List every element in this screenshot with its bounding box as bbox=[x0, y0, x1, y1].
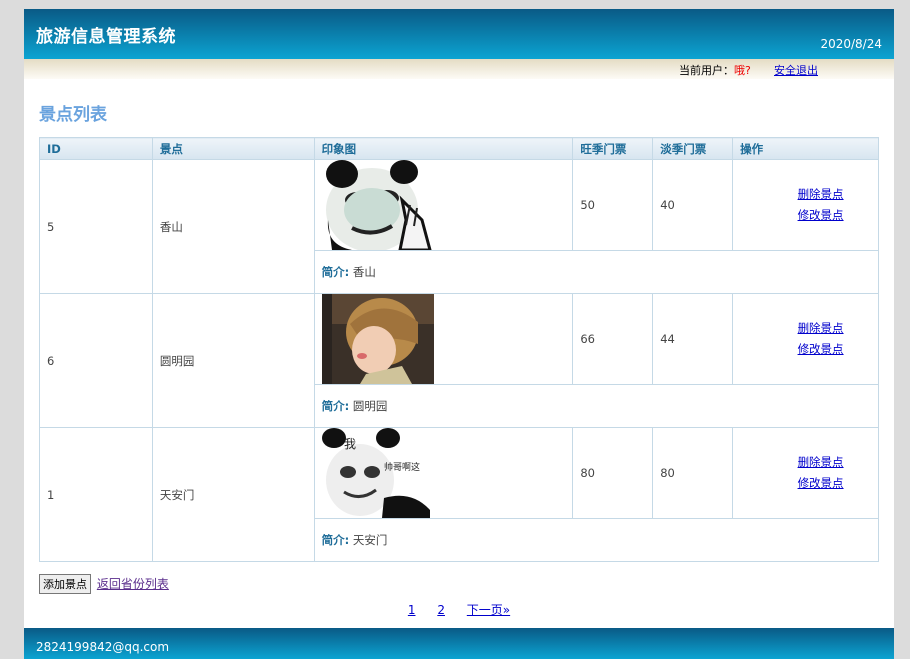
cell-image bbox=[313, 293, 574, 385]
edit-spot-link[interactable]: 修改景点 bbox=[740, 205, 871, 226]
cell-intro: 简介: 天安门 bbox=[313, 518, 880, 562]
cell-id: 1 bbox=[39, 427, 153, 562]
page-link-2[interactable]: 2 bbox=[437, 603, 445, 617]
cell-name: 天安门 bbox=[151, 427, 315, 562]
page-link-1[interactable]: 1 bbox=[408, 603, 416, 617]
cell-actions: 删除景点 修改景点 bbox=[732, 427, 879, 519]
next-page-link[interactable]: 下一页» bbox=[467, 603, 510, 617]
col-header-off-price: 淡季门票 bbox=[652, 137, 734, 160]
user-bar: 当前用户：哦? 安全退出 bbox=[24, 59, 894, 79]
cell-off-price: 40 bbox=[652, 159, 734, 251]
cell-intro: 简介: 香山 bbox=[313, 250, 880, 294]
table-header-row: ID 景点 印象图 旺季门票 淡季门票 操作 bbox=[39, 137, 879, 160]
cell-image: 我 帅哥啊这 bbox=[313, 427, 574, 519]
panda-meme-image: 我 帅哥啊这 bbox=[321, 428, 434, 518]
current-user: 当前用户：哦? bbox=[679, 62, 751, 78]
col-header-actions: 操作 bbox=[732, 137, 879, 160]
page-title: 景点列表 bbox=[39, 105, 107, 125]
intro-text: 圆明园 bbox=[352, 399, 388, 413]
header: 旅游信息管理系统 2020/8/24 bbox=[24, 9, 894, 59]
action-bar: 添加景点 返回省份列表 bbox=[39, 574, 169, 594]
current-user-label: 当前用户： bbox=[679, 64, 734, 77]
col-header-image: 印象图 bbox=[313, 137, 574, 160]
panda-meme-image bbox=[321, 160, 434, 250]
current-user-name: 哦? bbox=[734, 64, 751, 77]
cell-id: 5 bbox=[39, 159, 153, 294]
add-spot-button[interactable]: 添加景点 bbox=[39, 574, 91, 594]
edit-spot-link[interactable]: 修改景点 bbox=[740, 473, 871, 494]
image-caption-2: 帅哥啊这 bbox=[384, 461, 420, 473]
footer: 2824199842@qq.com bbox=[24, 628, 894, 659]
header-date: 2020/8/24 bbox=[820, 37, 882, 51]
pagination: 1 2 下一页» bbox=[24, 601, 894, 618]
intro-text: 天安门 bbox=[352, 533, 388, 547]
col-header-id: ID bbox=[39, 137, 153, 160]
edit-spot-link[interactable]: 修改景点 bbox=[740, 339, 871, 360]
cell-name: 香山 bbox=[151, 159, 315, 294]
col-header-peak-price: 旺季门票 bbox=[572, 137, 654, 160]
delete-spot-link[interactable]: 删除景点 bbox=[740, 452, 871, 473]
intro-text: 香山 bbox=[352, 265, 376, 279]
cell-off-price: 44 bbox=[652, 293, 734, 385]
col-header-name: 景点 bbox=[151, 137, 315, 160]
page: 旅游信息管理系统 2020/8/24 当前用户：哦? 安全退出 景点列表 ID … bbox=[24, 9, 894, 659]
cell-peak-price: 80 bbox=[572, 427, 654, 519]
delete-spot-link[interactable]: 删除景点 bbox=[740, 318, 871, 339]
spot-table: ID 景点 印象图 旺季门票 淡季门票 操作 5 香山 50 40 删除景点 修… bbox=[39, 137, 880, 562]
cell-id: 6 bbox=[39, 293, 153, 428]
table-row: 1 天安门 我 帅哥啊这 80 80 删除景点 修改景点 bbox=[39, 427, 879, 562]
logout-link[interactable]: 安全退出 bbox=[774, 62, 818, 78]
cell-intro: 简介: 圆明园 bbox=[313, 384, 880, 428]
cell-actions: 删除景点 修改景点 bbox=[732, 159, 879, 251]
footer-email: 2824199842@qq.com bbox=[36, 640, 170, 654]
cell-peak-price: 66 bbox=[572, 293, 654, 385]
cell-actions: 删除景点 修改景点 bbox=[732, 293, 879, 385]
cell-off-price: 80 bbox=[652, 427, 734, 519]
intro-label: 简介: bbox=[321, 399, 350, 413]
table-row: 6 圆明园 66 44 删除景点 修改景点 bbox=[39, 293, 879, 428]
cell-name: 圆明园 bbox=[151, 293, 315, 428]
intro-label: 简介: bbox=[321, 533, 350, 547]
cell-peak-price: 50 bbox=[572, 159, 654, 251]
portrait-image bbox=[321, 294, 434, 384]
delete-spot-link[interactable]: 删除景点 bbox=[740, 184, 871, 205]
image-caption-1: 我 bbox=[344, 437, 356, 451]
cell-image bbox=[313, 159, 574, 251]
back-to-province-list-link[interactable]: 返回省份列表 bbox=[97, 577, 169, 591]
table-row: 5 香山 50 40 删除景点 修改景点 bbox=[39, 159, 879, 294]
app-title: 旅游信息管理系统 bbox=[36, 27, 176, 47]
intro-label: 简介: bbox=[321, 265, 350, 279]
